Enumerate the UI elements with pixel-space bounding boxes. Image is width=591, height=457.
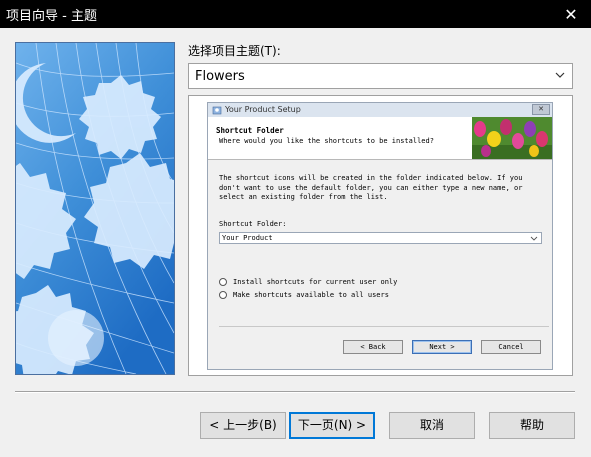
preview-folder-value: Your Product — [222, 234, 273, 242]
tulips-image — [472, 117, 552, 159]
help-button[interactable]: 帮助 — [489, 412, 575, 439]
preview-folder-combo: Your Product — [219, 232, 542, 244]
close-button[interactable]: ✕ — [551, 0, 591, 28]
preview-radio-all-users: Make shortcuts available to all users — [219, 291, 389, 299]
radio-circle — [219, 291, 227, 299]
preview-separator — [219, 326, 549, 327]
preview-header: Shortcut Folder Where would you like the… — [208, 117, 552, 160]
preview-folder-label: Shortcut Folder: — [219, 220, 287, 228]
close-icon: ✕ — [532, 104, 550, 115]
close-icon: ✕ — [564, 4, 578, 24]
description-line: select an existing folder from the list. — [219, 193, 388, 201]
radio-label: Install shortcuts for current user only — [233, 278, 398, 286]
radio-label: Make shortcuts available to all users — [233, 291, 389, 299]
preview-header-title: Shortcut Folder — [216, 126, 284, 135]
preview-radio-current-user: Install shortcuts for current user only — [219, 278, 397, 286]
title-bar: 项目向导 - 主题 ✕ — [0, 0, 591, 28]
project-wizard-window: 项目向导 - 主题 ✕ 选择项目主题(T): Flowers Your Prod… — [0, 0, 591, 457]
description-line: The shortcut icons will be created in th… — [219, 174, 523, 182]
footer-separator — [15, 391, 575, 393]
back-button[interactable]: < 上一步(B) — [200, 412, 286, 439]
window-title: 项目向导 - 主题 — [6, 9, 97, 24]
theme-label: 选择项目主题(T): — [188, 44, 281, 58]
theme-preview: Your Product Setup ✕ Shortcut Folder Whe… — [188, 95, 573, 376]
radio-circle — [219, 278, 227, 286]
description-line: don't want to use the default folder, yo… — [219, 183, 523, 192]
chevron-down-icon — [530, 236, 538, 241]
theme-dropdown-value: Flowers — [195, 68, 245, 84]
theme-dropdown[interactable]: Flowers — [188, 63, 573, 89]
chevron-down-icon — [555, 72, 565, 78]
preview-setup-dialog: Your Product Setup ✕ Shortcut Folder Whe… — [207, 102, 553, 370]
preview-description: The shortcut icons will be created in th… — [219, 174, 539, 203]
setup-icon — [212, 106, 222, 115]
preview-dialog-title: Your Product Setup — [225, 105, 301, 114]
preview-title-bar: Your Product Setup ✕ — [208, 103, 552, 118]
next-button[interactable]: 下一页(N) > — [289, 412, 375, 439]
preview-header-subtitle: Where would you like the shortcuts to be… — [219, 137, 434, 145]
preview-next-button: Next > — [412, 340, 472, 354]
preview-back-button: < Back — [343, 340, 403, 354]
preview-cancel-button: Cancel — [481, 340, 541, 354]
cancel-button[interactable]: 取消 — [389, 412, 475, 439]
wizard-banner-image — [15, 42, 175, 375]
